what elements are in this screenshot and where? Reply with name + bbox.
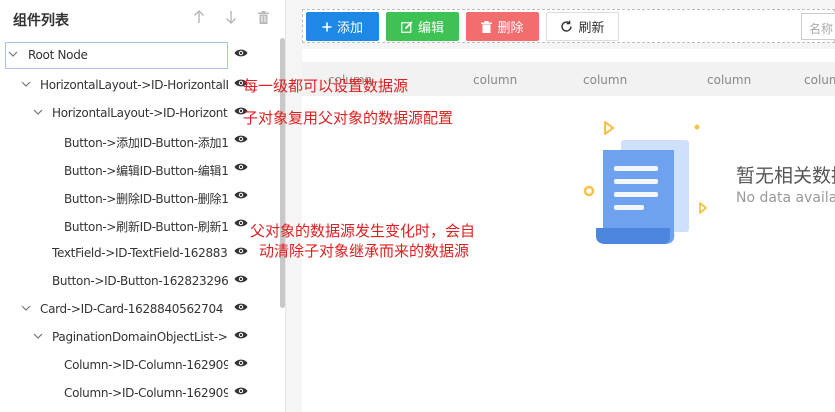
eye-icon[interactable] — [234, 47, 248, 59]
empty-state-subtitle: No data available — [736, 190, 835, 206]
plus-icon — [322, 22, 332, 31]
tree-node-label: Button->编辑ID-Button-编辑16 — [64, 164, 228, 178]
arrow-down-icon[interactable] — [223, 9, 239, 25]
chevron-down-icon[interactable] — [7, 48, 19, 60]
tree-node[interactable]: PaginationDomainObjectList->ID — [0, 322, 282, 350]
empty-state-title: 暂无相关数据 — [736, 165, 835, 187]
tree-node-label: Button->刷新ID-Button-刷新16 — [64, 220, 228, 234]
tree-node-label: Card->ID-Card-1628840562704 — [40, 302, 224, 316]
eye-icon[interactable] — [234, 329, 248, 341]
panel-title: 组件列表 — [13, 13, 69, 29]
eye-icon[interactable] — [234, 357, 248, 369]
tree-node-label: Column->ID-Column-16290919 — [64, 386, 228, 400]
tree-node[interactable]: Button->ID-Button-16282329644 — [0, 266, 282, 294]
tree-node[interactable]: Button->删除ID-Button-删除16 — [0, 182, 282, 210]
annotation-text: 每一级都可以设置数据源 — [243, 77, 409, 95]
tree-node-label: TextField->ID-TextField-16288383 — [52, 246, 228, 260]
tree-node[interactable]: Button->添加ID-Button-添加16 — [0, 126, 282, 154]
component-list-panel: 组件列表 Root Node HorizontalLayout->ID-Hori… — [0, 0, 286, 412]
chevron-down-icon[interactable] — [20, 302, 32, 314]
eye-icon[interactable] — [234, 385, 248, 397]
column-header[interactable]: column — [804, 73, 835, 87]
component-tree: Root Node HorizontalLayout->ID-Horizonta… — [0, 38, 282, 408]
eye-icon[interactable] — [234, 245, 248, 257]
tree-node-root[interactable]: Root Node — [0, 40, 282, 69]
add-button-label: 添加 — [336, 21, 363, 36]
edit-button[interactable]: 编辑 — [386, 12, 459, 41]
chevron-down-icon[interactable] — [20, 78, 32, 90]
tree-node-label: Root Node — [28, 48, 88, 62]
edit-icon — [401, 20, 413, 33]
column-header[interactable]: column — [583, 73, 627, 87]
tree-node[interactable]: Card->ID-Card-1628840562704 — [0, 294, 282, 322]
tree-node-label: HorizontalLayout->ID-HorizontalLayo — [40, 78, 228, 92]
tree-node-label: Column->ID-Column-16290919 — [64, 358, 228, 372]
panel-header: 组件列表 — [0, 0, 286, 36]
annotation-text: 父对象的数据源发生变化时，会自 — [250, 222, 476, 240]
tree-node-label: PaginationDomainObjectList->ID — [52, 330, 228, 344]
column-header[interactable]: column — [707, 73, 751, 87]
delete-button[interactable]: 删除 — [466, 12, 539, 41]
tree-node[interactable]: Column->ID-Column-16290919 — [0, 378, 282, 406]
column-header[interactable]: column — [473, 73, 517, 87]
tree-node[interactable]: HorizontalLayout->ID-HorizontalLayo — [0, 70, 282, 98]
eye-icon[interactable] — [234, 273, 248, 285]
eye-icon[interactable] — [234, 189, 248, 201]
tree-node-label: Button->ID-Button-16282329644 — [52, 274, 228, 288]
toolbar: 添加 编辑 删除 刷新 名称 — [302, 9, 835, 43]
search-input[interactable]: 名称 — [801, 13, 835, 40]
refresh-button[interactable]: 刷新 — [546, 12, 619, 41]
edit-button-label: 编辑 — [417, 21, 444, 36]
delete-button-label: 删除 — [497, 21, 524, 36]
trash-icon[interactable] — [255, 9, 271, 25]
trash-icon — [481, 20, 493, 33]
annotation-text: 子对象复用父对象的数据源配置 — [243, 109, 454, 127]
tree-node-label: HorizontalLayout->ID-Horizontal — [52, 106, 228, 120]
annotation-text: 动清除子对象继承而来的数据源 — [259, 242, 470, 260]
tree-node[interactable]: TextField->ID-TextField-16288383 — [0, 238, 282, 266]
eye-icon[interactable] — [234, 217, 248, 229]
tree-node[interactable]: Column->ID-Column-16290919 — [0, 350, 282, 378]
tree-node[interactable]: Button->刷新ID-Button-刷新16 — [0, 210, 282, 238]
eye-icon[interactable] — [234, 301, 248, 313]
arrow-up-icon[interactable] — [191, 9, 207, 25]
eye-icon[interactable] — [234, 133, 248, 145]
chevron-down-icon[interactable] — [32, 330, 44, 342]
tree-node[interactable]: HorizontalLayout->ID-Horizontal — [0, 98, 282, 126]
tree-node[interactable]: Button->编辑ID-Button-编辑16 — [0, 154, 282, 182]
add-button[interactable]: 添加 — [306, 12, 379, 41]
eye-icon[interactable] — [234, 161, 248, 173]
tree-node-label: Button->添加ID-Button-添加16 — [64, 136, 228, 150]
refresh-icon — [561, 20, 573, 32]
refresh-button-label: 刷新 — [578, 21, 605, 36]
tree-node-label: Button->删除ID-Button-删除16 — [64, 192, 228, 206]
chevron-down-icon[interactable] — [32, 106, 44, 118]
